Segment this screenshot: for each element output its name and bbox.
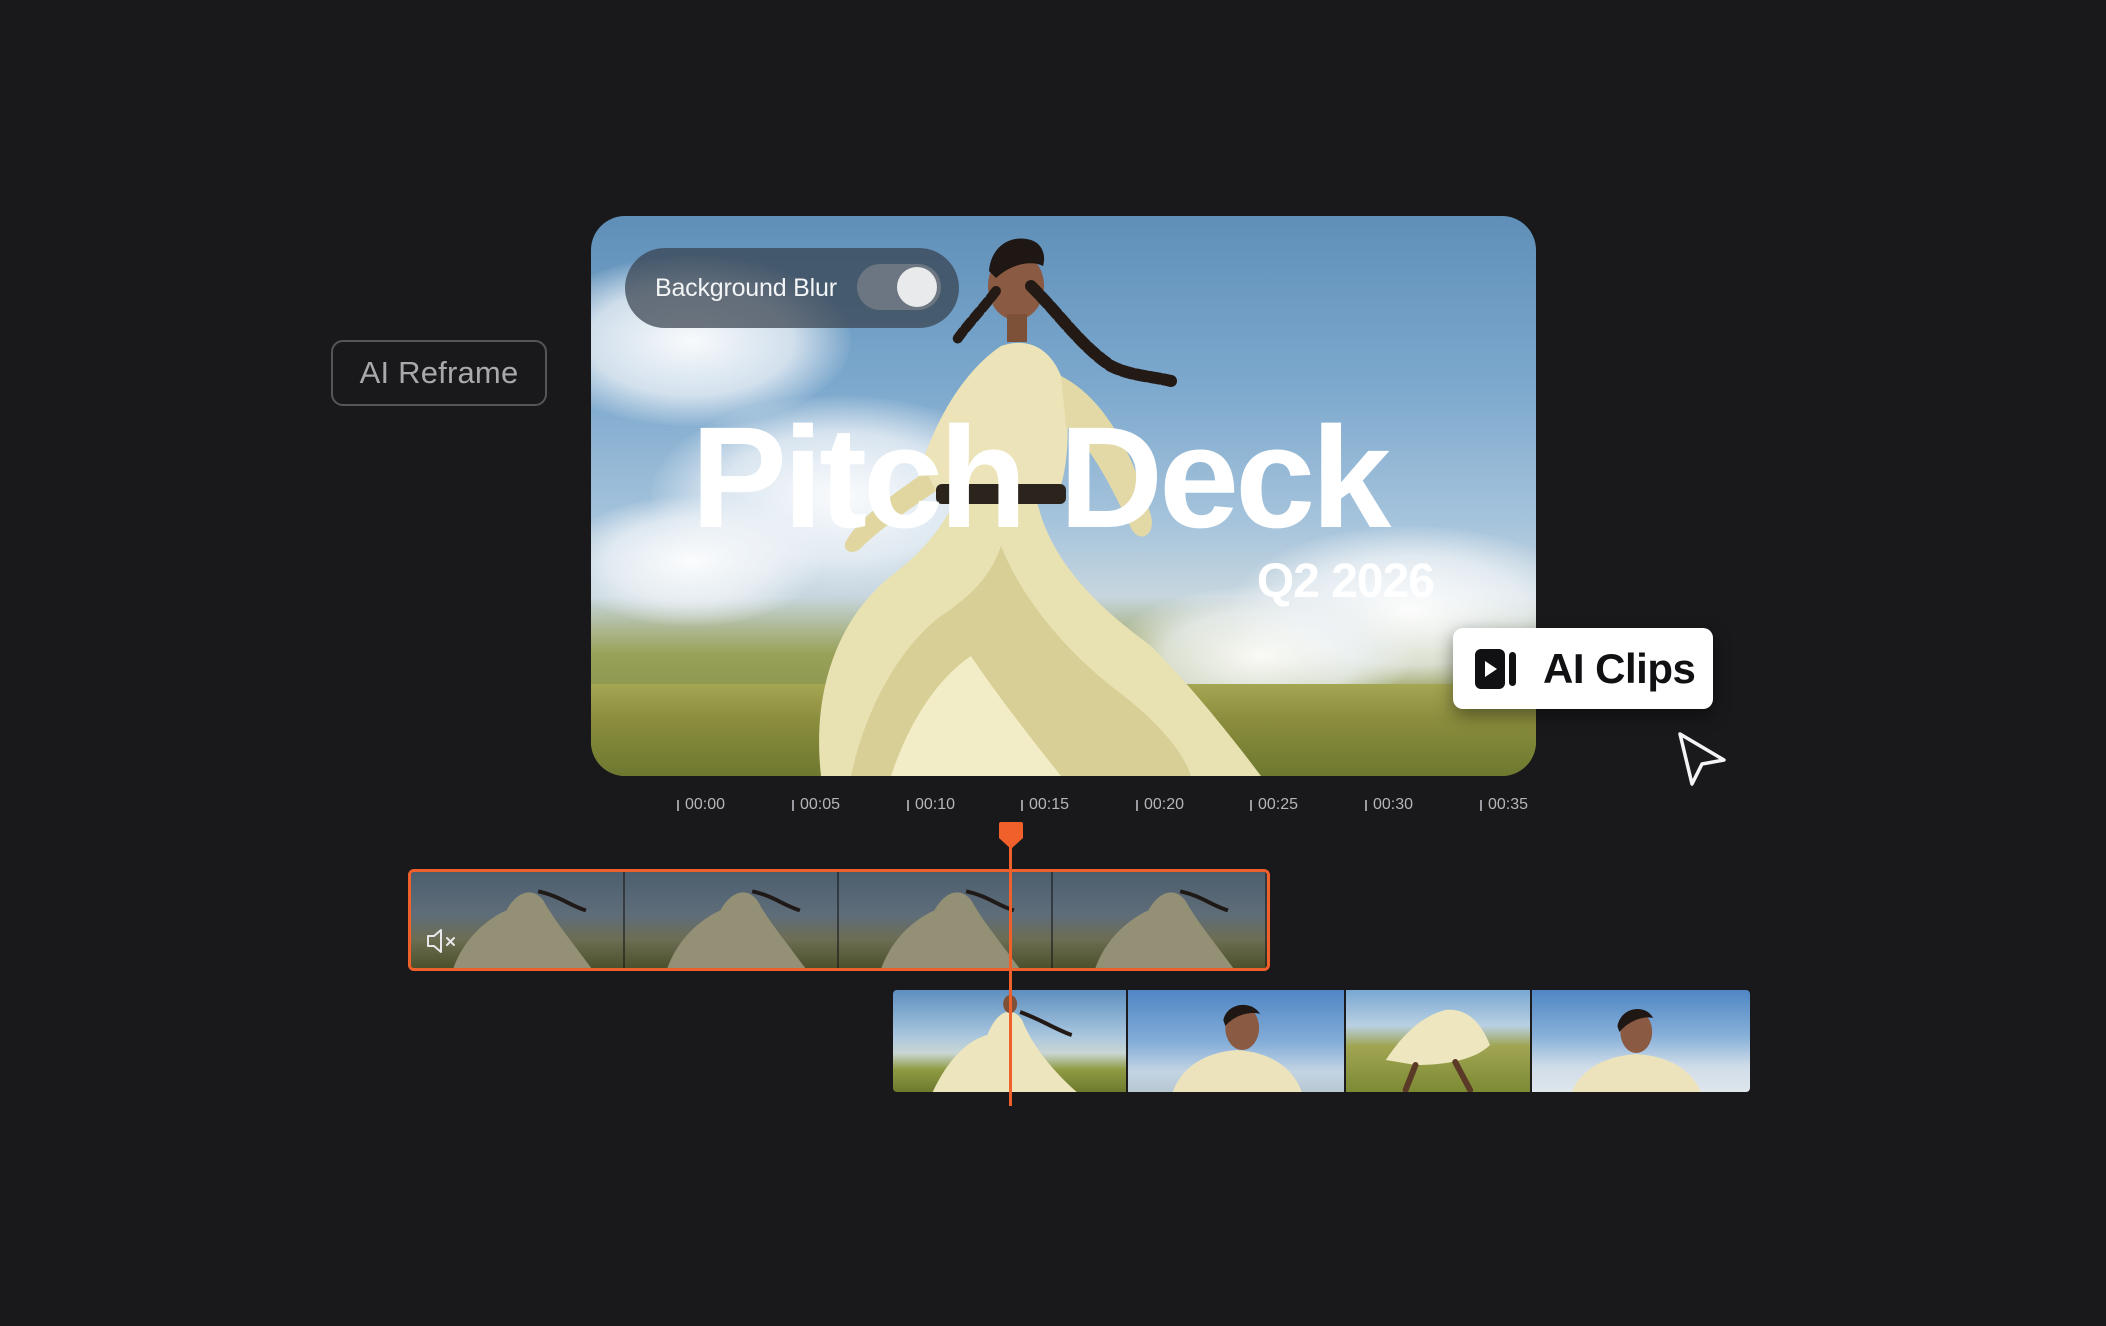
- timeline-tick: 00:05: [792, 796, 840, 814]
- video-preview[interactable]: Background Blur Pitch Deck Q2 2026: [591, 216, 1536, 776]
- background-blur-control[interactable]: Background Blur: [625, 248, 959, 328]
- clips-play-icon: [1475, 648, 1516, 689]
- ai-clips-button[interactable]: AI Clips: [1453, 628, 1713, 709]
- cursor-arrow-icon: [1678, 732, 1726, 786]
- editor-canvas: AI Reframe Background Blur Pitch Deck Q2…: [0, 0, 2106, 1326]
- timeline-tick: 00:25: [1250, 796, 1298, 814]
- track-frame: [1128, 990, 1346, 1092]
- video-track-primary[interactable]: [408, 869, 1270, 971]
- track-frame: [1345, 990, 1532, 1092]
- playhead-line: [1009, 836, 1012, 1106]
- ai-reframe-button[interactable]: AI Reframe: [331, 340, 547, 406]
- timeline-tick: 00:35: [1480, 796, 1528, 814]
- title-overlay[interactable]: Pitch Deck: [691, 406, 1391, 550]
- background-blur-toggle[interactable]: [857, 264, 941, 310]
- subtitle-overlay[interactable]: Q2 2026: [1257, 554, 1435, 609]
- ai-reframe-label: AI Reframe: [359, 355, 519, 390]
- ai-clips-label: AI Clips: [1543, 644, 1696, 692]
- track-frame: [625, 872, 839, 968]
- track-frame: [839, 872, 1053, 968]
- timeline-tick: 00:10: [907, 796, 955, 814]
- video-track-secondary[interactable]: [893, 990, 1750, 1092]
- background-blur-label: Background Blur: [655, 273, 837, 302]
- timeline-tick: 00:15: [1021, 796, 1069, 814]
- track-frame: [1531, 990, 1750, 1092]
- track-frame: [1053, 872, 1267, 968]
- timeline-tick: 00:20: [1136, 796, 1184, 814]
- timeline-tick: 00:30: [1365, 796, 1413, 814]
- toggle-knob: [897, 267, 937, 307]
- timeline-tick: 00:00: [677, 796, 725, 814]
- speaker-muted-icon[interactable]: [425, 926, 461, 956]
- playhead-handle[interactable]: [998, 820, 1024, 850]
